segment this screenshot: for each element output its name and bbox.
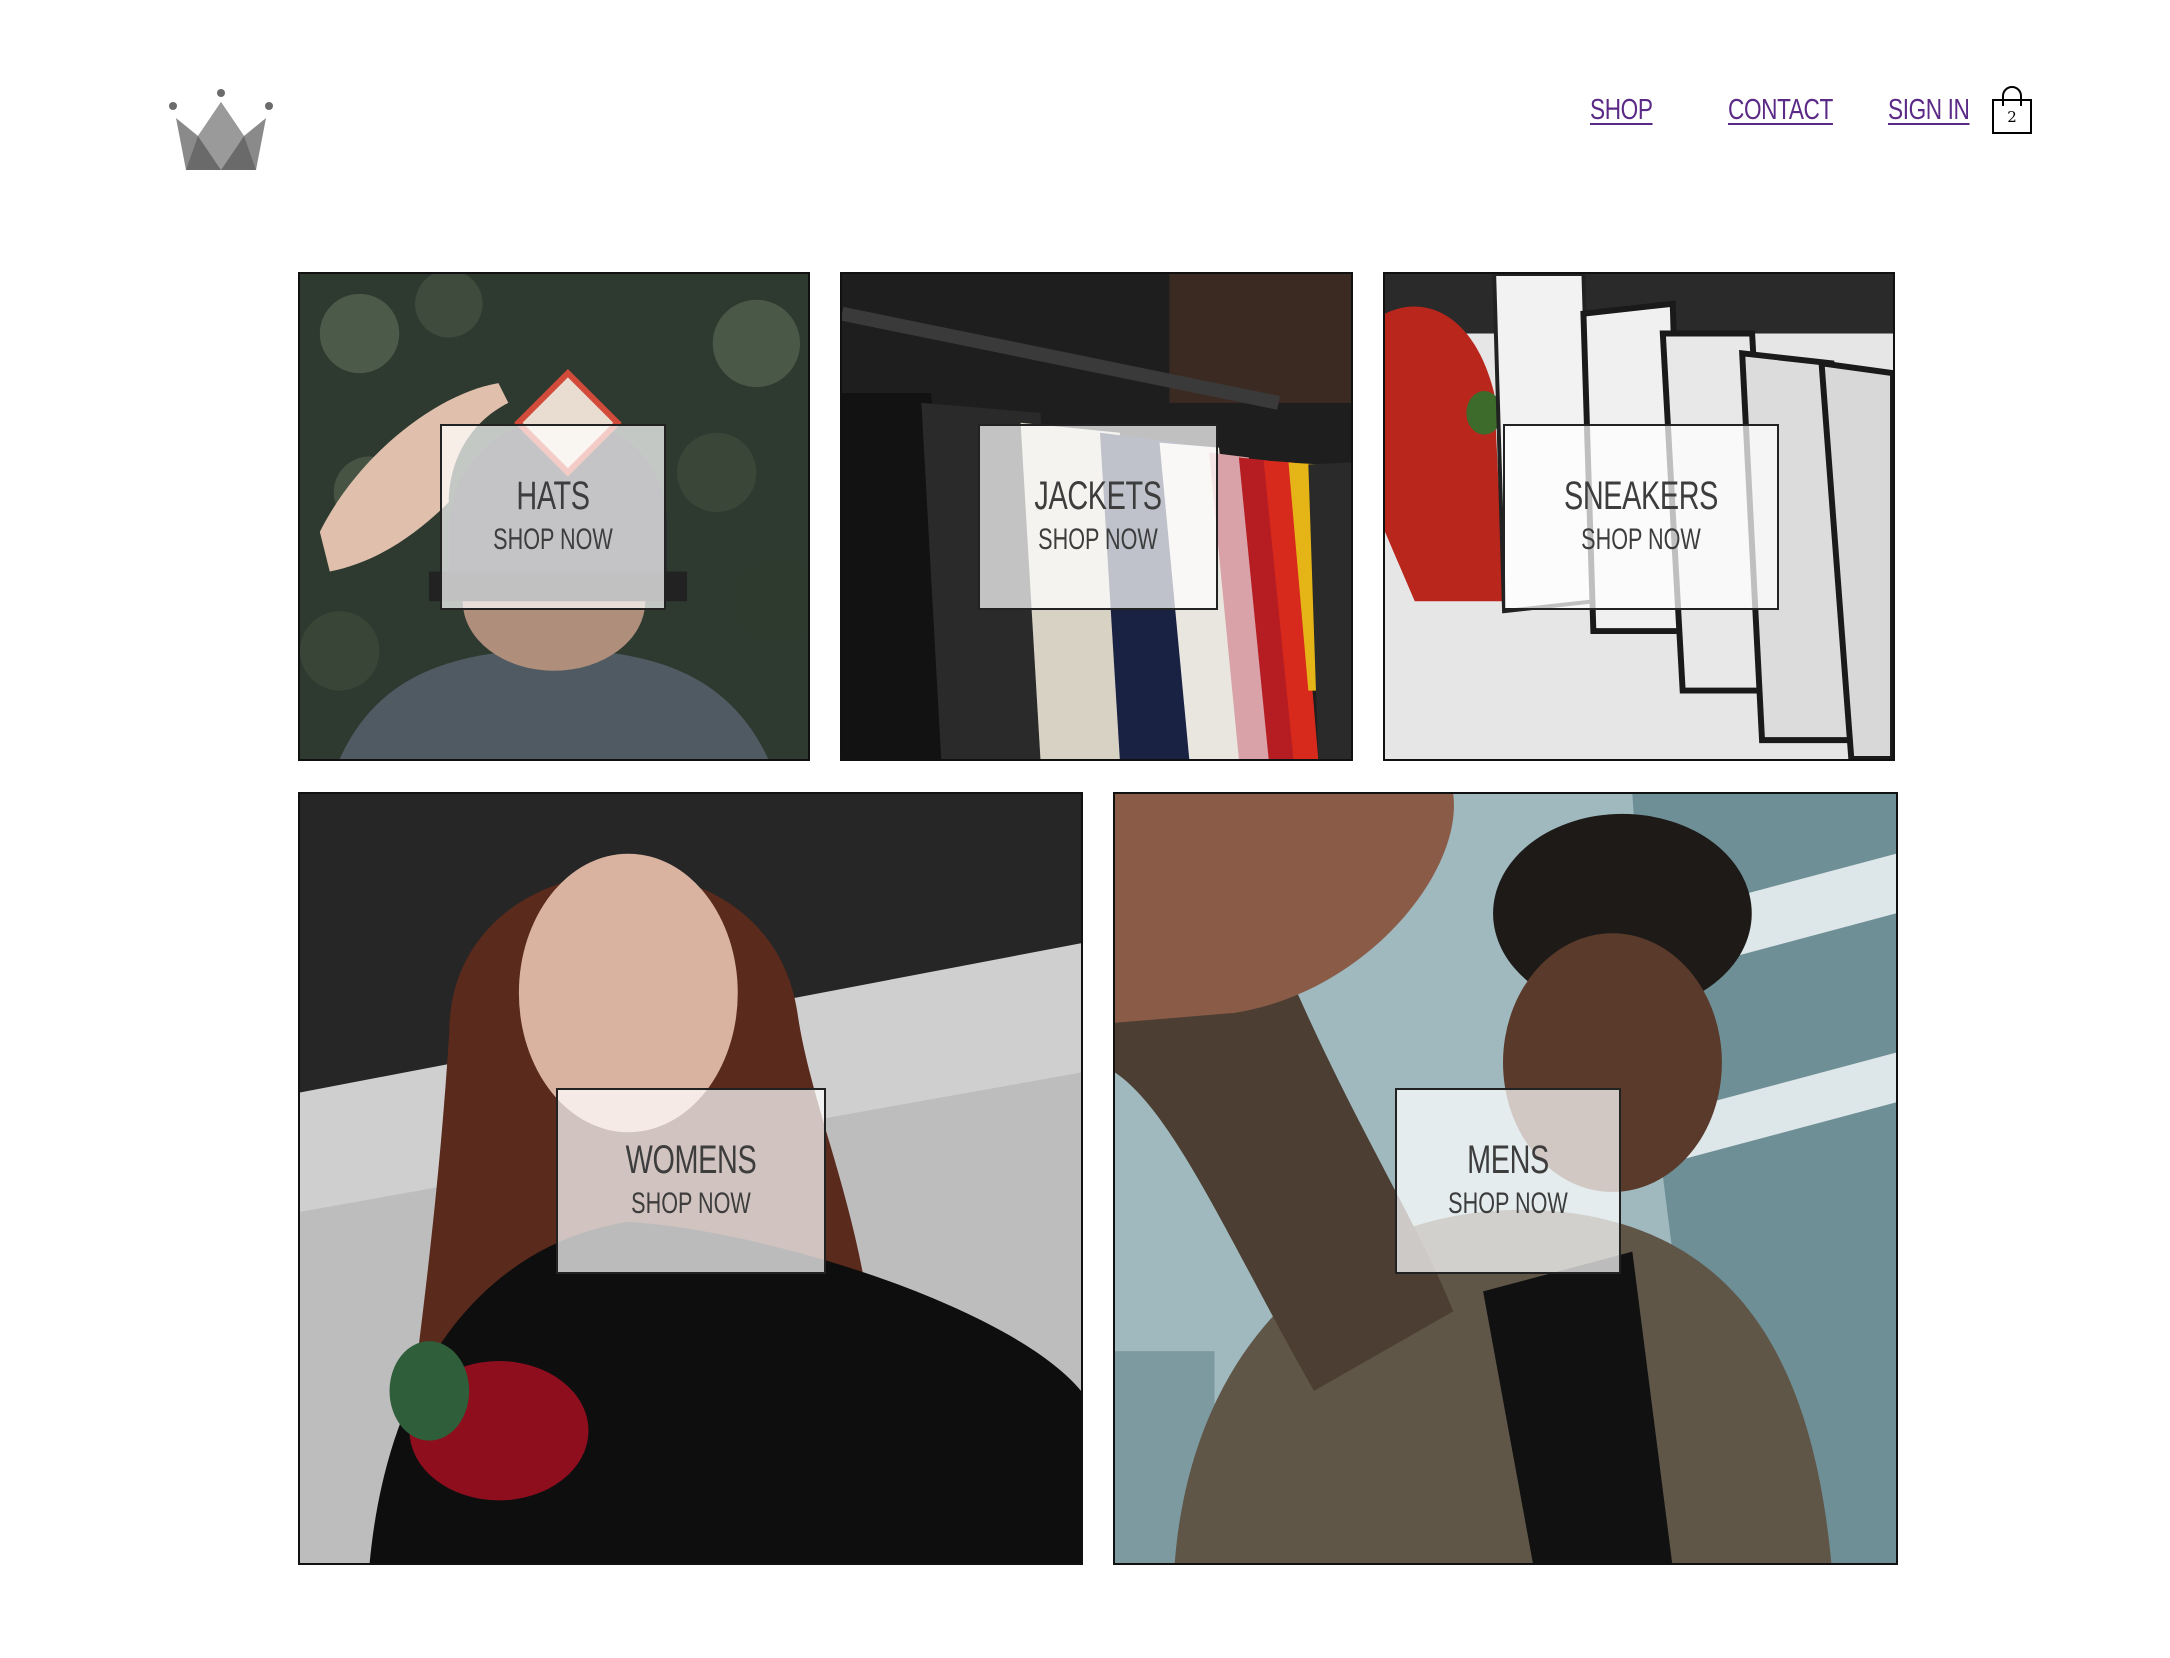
page: SHOP CONTACT SIGN IN 2 HATS SHOP NOW JAC… [0,0,2170,1658]
category-title: MENS [1467,1138,1549,1182]
shop-now-text: SHOP NOW [1038,523,1158,556]
cart-count-badge: 2 [2007,108,2017,126]
shop-now-text: SHOP NOW [1448,1187,1568,1220]
category-tile-jackets[interactable]: JACKETS SHOP NOW [840,272,1353,761]
category-title: WOMENS [625,1138,757,1182]
category-label-box: HATS SHOP NOW [440,424,666,610]
main-nav: SHOP CONTACT SIGN IN [1570,90,2050,140]
category-tile-sneakers[interactable]: SNEAKERS SHOP NOW [1383,272,1895,761]
shop-now-text: SHOP NOW [1581,523,1701,556]
category-label-box: WOMENS SHOP NOW [556,1088,826,1274]
nav-sign-in-link[interactable]: SIGN IN [1888,90,1970,130]
category-tile-womens[interactable]: WOMENS SHOP NOW [298,792,1083,1565]
category-title: HATS [516,474,590,518]
category-title: JACKETS [1034,474,1162,518]
crown-logo-icon[interactable] [168,88,274,174]
shopping-bag-icon[interactable]: 2 [1990,86,2034,136]
category-tile-mens[interactable]: MENS SHOP NOW [1113,792,1898,1565]
category-label-box: JACKETS SHOP NOW [978,424,1218,610]
category-tile-hats[interactable]: HATS SHOP NOW [298,272,810,761]
category-label-box: SNEAKERS SHOP NOW [1503,424,1779,610]
category-title: SNEAKERS [1564,474,1718,518]
nav-contact-link[interactable]: CONTACT [1728,90,1833,130]
nav-shop-link[interactable]: SHOP [1590,90,1653,130]
category-label-box: MENS SHOP NOW [1395,1088,1621,1274]
shop-now-text: SHOP NOW [631,1187,751,1220]
shop-now-text: SHOP NOW [493,523,613,556]
